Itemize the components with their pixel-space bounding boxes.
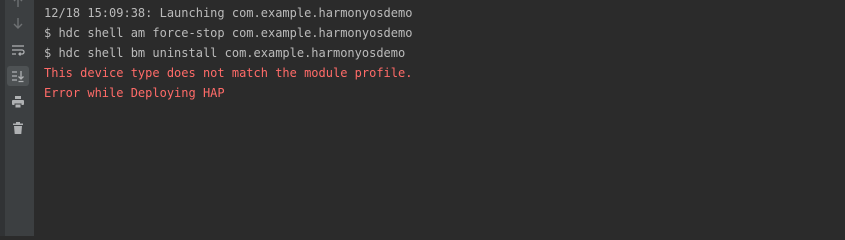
print-button[interactable] <box>7 92 29 112</box>
scroll-to-end-button[interactable] <box>7 66 29 86</box>
console-error-line: This device type does not match the modu… <box>44 66 413 80</box>
console-error-line: Error while Deploying HAP <box>44 86 225 100</box>
scroll-to-end-icon <box>11 69 25 83</box>
console-output[interactable]: 12/18 15:09:38: Launching com.example.ha… <box>44 3 845 236</box>
soft-wrap-button[interactable] <box>7 40 29 60</box>
toolbar-edge <box>0 0 5 236</box>
console-line-launching: 12/18 15:09:38: Launching com.example.ha… <box>44 6 413 20</box>
down-button[interactable] <box>7 13 29 33</box>
console-line-force-stop: $ hdc shell am force-stop com.example.ha… <box>44 26 413 40</box>
soft-wrap-icon <box>11 43 25 57</box>
arrow-down-icon <box>11 16 25 30</box>
print-icon <box>11 95 25 109</box>
trash-icon <box>11 121 25 135</box>
arrow-up-icon <box>11 0 25 9</box>
clear-all-button[interactable] <box>7 118 29 138</box>
console-toolbar <box>0 0 34 236</box>
console-line-uninstall: $ hdc shell bm uninstall com.example.har… <box>44 46 406 60</box>
up-button[interactable] <box>7 0 29 12</box>
run-console-panel: 12/18 15:09:38: Launching com.example.ha… <box>0 0 845 236</box>
